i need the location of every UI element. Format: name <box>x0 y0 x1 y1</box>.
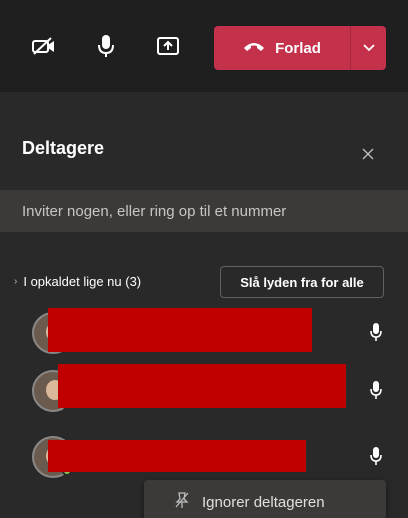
in-call-section-toggle[interactable]: › I opkaldet lige nu (3) <box>14 274 141 289</box>
close-panel-button[interactable] <box>356 144 380 168</box>
panel-title: Deltagere <box>22 138 105 158</box>
leave-button[interactable]: Forlad <box>214 26 350 70</box>
redacted-name <box>48 308 312 352</box>
unpin-icon <box>174 491 190 513</box>
ignore-participant-menu-item[interactable]: Ignorer deltageren <box>144 480 386 518</box>
ignore-participant-label: Ignorer deltageren <box>202 493 325 511</box>
participant-row[interactable] <box>0 360 408 420</box>
redacted-name <box>48 440 306 472</box>
hang-up-icon <box>243 39 265 57</box>
chevron-collapse-icon: › <box>14 276 18 287</box>
microphone-icon <box>96 33 116 59</box>
leave-label: Forlad <box>275 39 321 57</box>
mute-all-button[interactable]: Slå lyden fra for alle <box>220 266 384 298</box>
call-toolbar: Forlad <box>0 0 408 92</box>
microphone-button[interactable] <box>84 24 128 68</box>
invite-input[interactable] <box>0 190 408 232</box>
camera-off-icon <box>31 36 57 56</box>
participant-row[interactable] <box>0 426 408 486</box>
participants-panel: Deltagere › I opkaldet lige nu (3) Slå l… <box>0 92 408 518</box>
close-icon <box>362 147 374 165</box>
participant-mic-icon <box>366 444 386 468</box>
participant-mic-icon <box>366 320 386 344</box>
leave-options-button[interactable] <box>351 26 386 70</box>
chevron-down-icon <box>362 39 375 57</box>
leave-button-group: Forlad <box>214 26 386 70</box>
participant-row[interactable] <box>0 302 408 362</box>
section-label: I opkaldet lige nu (3) <box>23 274 142 289</box>
share-screen-icon <box>156 35 180 57</box>
share-screen-button[interactable] <box>146 24 190 68</box>
participant-mic-icon <box>366 378 386 402</box>
camera-toggle-button[interactable] <box>22 24 66 68</box>
redacted-name <box>58 364 346 408</box>
